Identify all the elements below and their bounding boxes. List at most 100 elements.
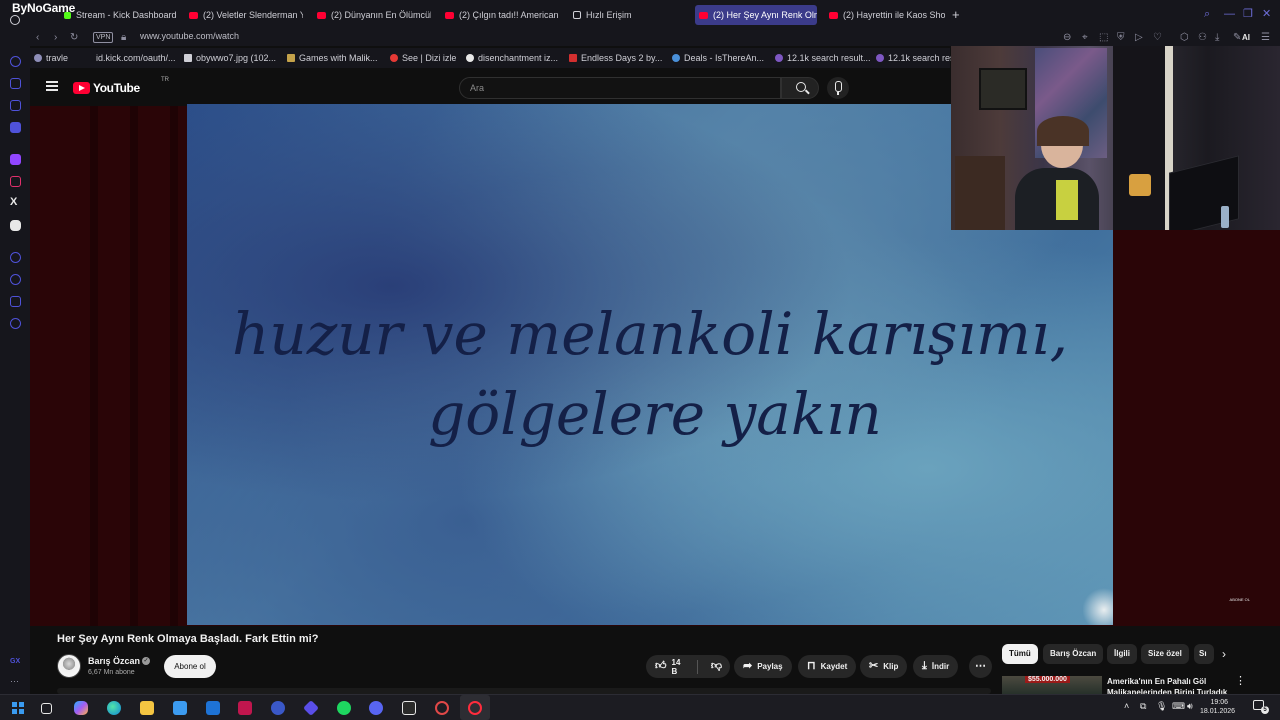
forward-icon[interactable]: › — [54, 32, 57, 43]
chip-related[interactable]: İlgili — [1107, 644, 1137, 664]
tag-icon — [672, 54, 680, 62]
url-field[interactable]: www.youtube.com/watch — [140, 31, 239, 41]
guide-menu-icon[interactable] — [46, 81, 58, 91]
tab-her-sey-ayni-renk[interactable]: (2) Her Şey Aynı Renk Olm — [695, 5, 817, 25]
spotify-icon[interactable] — [337, 701, 351, 715]
sidebar-messenger-icon[interactable] — [10, 122, 21, 133]
tab-hizli-erisim[interactable]: Hızlı Erişim — [569, 5, 687, 25]
app-icon[interactable] — [303, 700, 319, 716]
new-tab-button[interactable]: + — [952, 8, 960, 21]
bookmark-travle[interactable]: travle — [34, 53, 68, 63]
bookmark-obywwo7[interactable]: obywwo7.jpg (102... — [184, 53, 276, 63]
more-actions-button[interactable]: ⋯ — [969, 655, 992, 678]
heart-icon[interactable]: ♡ — [1153, 32, 1162, 43]
menu-icon[interactable]: ☰ — [1261, 32, 1270, 43]
tab-youtube-olumcul[interactable]: (2) Dünyanın En Ölümcül K — [313, 5, 431, 25]
close-icon[interactable]: ✕ — [1262, 8, 1271, 20]
zoom-icon[interactable]: ⊖ — [1063, 32, 1071, 43]
edit-icon[interactable]: ✎ — [1233, 32, 1241, 43]
adblock-icon[interactable]: ⛨ — [1117, 32, 1125, 43]
dislike-button[interactable]: 👎︎ — [703, 655, 730, 678]
bookmark-games-with-malik[interactable]: Games with Malik... — [287, 53, 378, 63]
download-button[interactable]: ⤓ İndir — [913, 655, 959, 678]
discord-icon[interactable] — [10, 220, 21, 231]
app-icon[interactable] — [238, 701, 252, 715]
more-vert-icon[interactable]: ⋮ — [1235, 676, 1246, 687]
bookmark-search-result-2[interactable]: 12.1k search res — [876, 53, 955, 63]
channel-avatar[interactable] — [57, 654, 81, 678]
bookmark-disenchantment[interactable]: disenchantment iz... — [466, 53, 558, 63]
tray-overflow-icon[interactable]: ˄ — [1124, 701, 1129, 711]
youtube-logo[interactable]: YouTube TR — [73, 77, 169, 95]
tab-youtube-cilgin[interactable]: (2) Çılgın tadı!! American S — [441, 5, 559, 25]
ai-button[interactable]: AI — [1242, 32, 1250, 43]
channel-name[interactable]: Barış Özcan — [88, 656, 140, 666]
app-icon[interactable] — [271, 701, 285, 715]
store-icon[interactable] — [173, 701, 187, 715]
microphone-icon[interactable]: 🎙︎ — [1156, 701, 1167, 711]
settings-icon[interactable] — [10, 318, 21, 329]
start-icon[interactable] — [11, 701, 25, 715]
like-button[interactable]: 👍︎ 14 B — [646, 655, 692, 678]
chip-channel[interactable]: Barış Özcan — [1043, 644, 1104, 664]
vpn-badge[interactable]: VPN — [93, 32, 114, 43]
recommended-title[interactable]: Amerika'nın En Pahalı Göl Malikanelerind… — [1107, 676, 1229, 694]
lock-icon[interactable]: 🔒︎ — [121, 32, 126, 43]
network-icon[interactable]: ⌨ — [1172, 701, 1185, 711]
app-icon[interactable] — [435, 701, 449, 715]
download-icon[interactable]: ⤓ — [1215, 32, 1219, 43]
task-view-icon[interactable] — [41, 703, 52, 714]
voice-search-icon[interactable] — [827, 77, 849, 99]
twitch-icon[interactable] — [10, 154, 21, 165]
share-button[interactable]: ➦ Paylaş — [734, 655, 792, 678]
chip-all[interactable]: Tümü — [1002, 644, 1038, 664]
search-tabs-icon[interactable]: ⌕ — [1204, 8, 1210, 20]
sidebar-player-icon[interactable] — [10, 252, 21, 263]
extensions-icon[interactable]: ⬡ — [1180, 32, 1189, 43]
instagram-icon[interactable] — [10, 176, 21, 187]
bookmark-dizi-izle[interactable]: See | Dizi izle — [390, 53, 456, 63]
thumbs-down-icon: 👎︎ — [710, 660, 722, 672]
maximize-icon[interactable]: ❐ — [1243, 8, 1253, 20]
x-twitter-icon[interactable]: X — [10, 196, 17, 208]
sidebar-speed-dial-icon[interactable] — [10, 56, 21, 67]
tab-kick-dashboard[interactable]: Stream - Kick Dashboard — [60, 5, 182, 25]
tray-app-icon[interactable]: ⧉ — [1140, 701, 1146, 711]
pin-icon[interactable]: ⌖ — [1082, 32, 1088, 43]
discord-icon[interactable] — [369, 701, 383, 715]
sidebar-controller-icon[interactable] — [10, 100, 21, 111]
chip-for-you[interactable]: Size özel — [1141, 644, 1189, 664]
back-icon[interactable]: ‹ — [36, 32, 39, 43]
opera-menu-icon[interactable] — [4, 10, 24, 30]
player-icon[interactable]: ▷ — [1135, 32, 1143, 43]
bookmark-kick-oauth[interactable]: id.kick.com/oauth/... — [96, 53, 176, 63]
sidebar-cube-icon[interactable] — [10, 296, 21, 307]
save-button[interactable]: ⊓ Kaydet — [798, 655, 857, 678]
tab-youtube-slenderman[interactable]: (2) Veletler Slenderman Y — [185, 5, 303, 25]
search-input[interactable]: Ara — [459, 77, 781, 99]
search-button[interactable] — [781, 77, 819, 99]
clip-button[interactable]: ✂ Klip — [860, 655, 908, 678]
sidebar-more-icon[interactable]: ⋯ — [10, 676, 19, 687]
mail-icon[interactable] — [206, 701, 220, 715]
history-icon[interactable] — [10, 274, 21, 285]
copilot-icon[interactable] — [74, 701, 88, 715]
minimize-icon[interactable]: — — [1224, 8, 1235, 20]
recommended-thumbnail[interactable]: $55.000.000 — [1002, 676, 1102, 694]
volume-icon[interactable]: 🔊︎ — [1187, 701, 1193, 711]
account-icon[interactable]: ⚇ — [1198, 32, 1207, 43]
system-clock[interactable]: 19:06 18.01.2026 — [1200, 698, 1235, 716]
tab-hayrettin-kaos-show[interactable]: (2) Hayrettin ile Kaos Show — [825, 5, 945, 25]
chevron-right-icon[interactable]: › — [1222, 648, 1226, 660]
reload-icon[interactable]: ↻ — [70, 32, 78, 43]
bookmark-endless-days[interactable]: Endless Days 2 by... — [569, 53, 662, 63]
epic-games-icon[interactable] — [402, 701, 416, 715]
sidebar-aria-icon[interactable] — [10, 78, 21, 89]
snapshot-icon[interactable]: ⬚ — [1099, 32, 1108, 43]
bookmark-isthereanydeal[interactable]: Deals - IsThereAn... — [672, 53, 764, 63]
chip-truncated[interactable]: Sı — [1194, 644, 1214, 664]
edge-icon[interactable] — [107, 701, 121, 715]
file-explorer-icon[interactable] — [140, 701, 154, 715]
bookmark-search-result-1[interactable]: 12.1k search result... — [775, 53, 871, 63]
subscribe-button[interactable]: Abone ol — [164, 655, 216, 678]
